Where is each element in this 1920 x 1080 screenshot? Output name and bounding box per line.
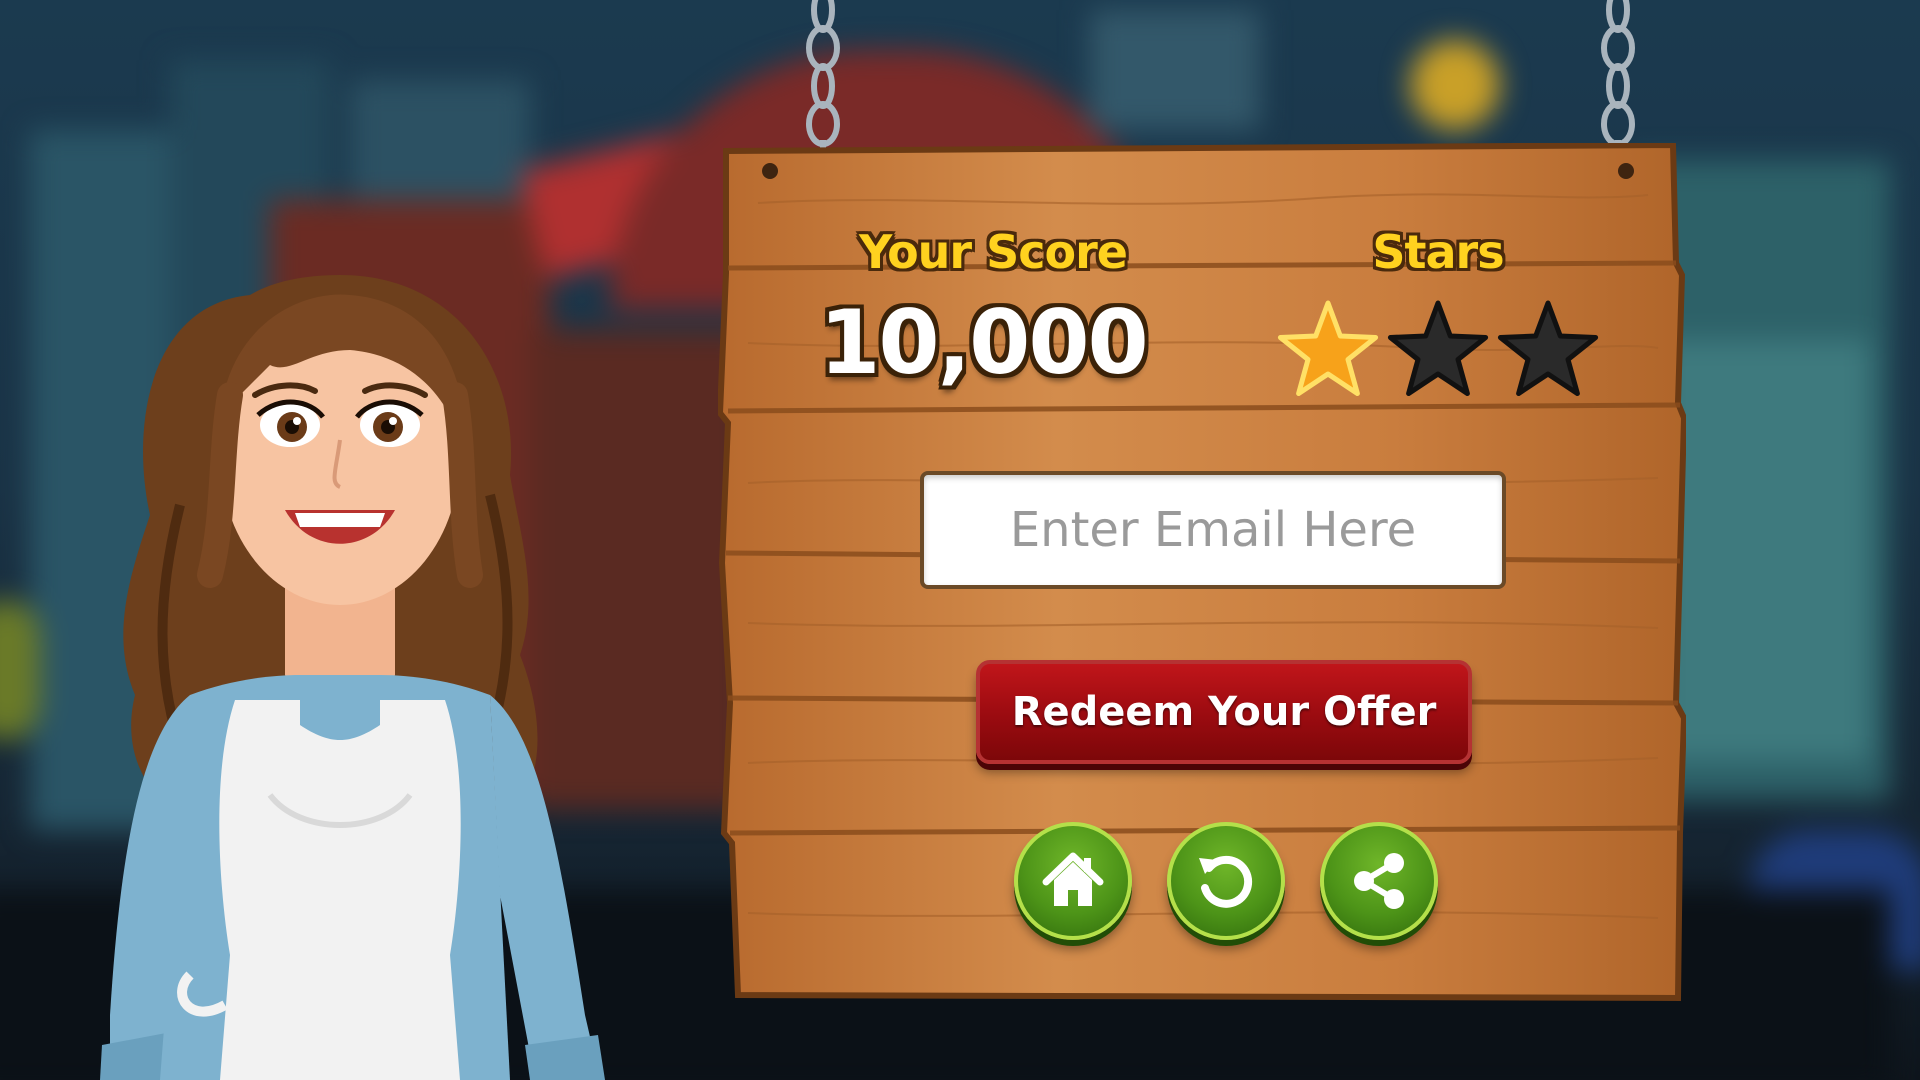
share-icon bbox=[1354, 853, 1404, 909]
shopkeeper-character bbox=[100, 275, 605, 1080]
score-sign: Your Score 10,000 Stars Redeem Your Offe… bbox=[718, 143, 1686, 1003]
star-empty bbox=[1497, 300, 1599, 396]
replay-button[interactable] bbox=[1167, 822, 1285, 940]
home-icon bbox=[1042, 852, 1104, 906]
share-button[interactable] bbox=[1320, 822, 1438, 940]
star-filled bbox=[1277, 300, 1379, 396]
score-value: 10,000 bbox=[819, 291, 1149, 394]
home-button[interactable] bbox=[1014, 822, 1132, 940]
star-rating bbox=[1277, 300, 1599, 396]
email-input[interactable] bbox=[920, 471, 1506, 589]
replay-icon bbox=[1199, 855, 1253, 908]
score-label: Your Score bbox=[858, 225, 1128, 279]
stars-label: Stars bbox=[1372, 225, 1504, 279]
star-empty bbox=[1387, 300, 1489, 396]
redeem-offer-button[interactable]: Redeem Your Offer bbox=[976, 660, 1472, 764]
